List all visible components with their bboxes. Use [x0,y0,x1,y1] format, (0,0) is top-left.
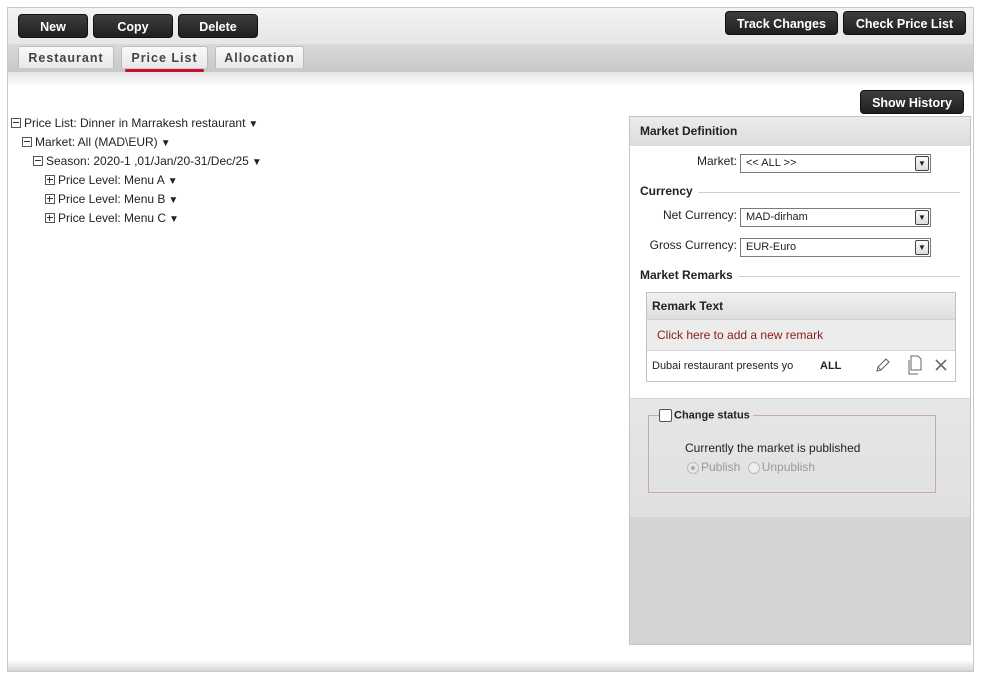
market-remarks-title: Market Remarks [640,268,738,282]
toolbar: New Copy Delete Track Changes Check Pric… [8,8,973,44]
gross-currency-select[interactable]: EUR-Euro ▼ [740,238,931,257]
caret-down-icon[interactable]: ▼ [161,138,171,149]
tree-node-price-level[interactable]: Price Level: Menu C ▼ [45,211,179,225]
market-label: Market: [696,154,737,168]
currency-section-title: Currency [640,184,698,198]
net-currency-label: Net Currency: [662,208,737,222]
net-currency-select[interactable]: MAD-dirham ▼ [740,208,931,227]
gross-currency-label: Gross Currency: [649,238,737,252]
net-currency-value: MAD-dirham [746,211,808,223]
new-button[interactable]: New [18,14,88,38]
remark-market: ALL [820,360,842,372]
footer-band [8,660,973,671]
publish-label: Publish [701,460,741,474]
edit-icon[interactable] [874,356,892,377]
change-status-label: Change status [674,409,750,422]
copy-button[interactable]: Copy [93,14,173,38]
collapse-icon[interactable] [22,136,32,147]
tree-node-label: Market: All (MAD\EUR) [35,135,158,149]
change-status-legend: Change status [659,409,753,422]
tab-bar: Restaurant Price List Allocation [8,44,973,72]
tree-node-label: Price List: Dinner in Marrakesh restaura… [24,116,246,130]
unpublish-label: Unpublish [761,460,816,474]
tab-shadow [8,72,973,86]
add-remark-link[interactable]: Click here to add a new remark [647,320,955,351]
check-price-list-button[interactable]: Check Price List [843,11,966,35]
gross-currency-value: EUR-Euro [746,241,797,253]
track-changes-button[interactable]: Track Changes [725,11,838,35]
collapse-icon[interactable] [11,117,21,128]
publish-radio[interactable] [687,461,699,474]
caret-down-icon[interactable]: ▼ [169,214,179,225]
tree-node-price-level[interactable]: Price Level: Menu A ▼ [45,173,178,187]
market-definition-panel: Market Definition Market: << ALL >> ▼ Cu… [629,116,971,645]
publish-status-text: Currently the market is published [685,441,861,455]
chevron-down-icon[interactable]: ▼ [915,210,929,225]
caret-down-icon[interactable]: ▼ [252,157,262,168]
show-history-button[interactable]: Show History [860,90,964,114]
remark-text: Dubai restaurant presents yo [652,360,794,372]
expand-icon[interactable] [45,193,55,204]
change-status-fieldset: Change status Currently the market is pu… [648,409,936,493]
caret-down-icon[interactable]: ▼ [168,195,178,206]
remark-row: Dubai restaurant presents yo ALL [647,351,955,381]
tree-node-price-level[interactable]: Price Level: Menu B ▼ [45,192,178,206]
expand-icon[interactable] [45,174,55,185]
market-select-value: << ALL >> [746,157,797,169]
collapse-icon[interactable] [33,155,43,166]
caret-down-icon[interactable]: ▼ [248,119,258,130]
tree-node-price-list[interactable]: Price List: Dinner in Marrakesh restaura… [11,116,258,130]
unpublish-radio[interactable] [747,461,760,474]
expand-icon[interactable] [45,212,55,223]
chevron-down-icon[interactable]: ▼ [915,156,929,171]
change-status-checkbox[interactable] [659,409,672,422]
remarks-table: Remark Text Click here to add a new rema… [646,292,956,382]
delete-button[interactable]: Delete [178,14,258,38]
tree-node-label: Price Level: Menu C [58,211,167,225]
delete-icon[interactable] [933,357,949,376]
tab-price-list[interactable]: Price List [121,46,208,72]
tree-node-label: Price Level: Menu A [58,173,165,187]
copy-icon[interactable] [907,355,923,378]
publish-radio-group: Publish Unpublish [687,460,815,474]
tree-node-label: Season: 2020-1 ,01/Jan/20-31/Dec/25 [46,154,249,168]
panel-title: Market Definition [630,117,970,146]
tree-node-market[interactable]: Market: All (MAD\EUR) ▼ [22,135,171,149]
app-frame: New Copy Delete Track Changes Check Pric… [7,7,974,672]
tab-price-list-label: Price List [131,51,198,65]
remark-text-header: Remark Text [647,293,955,320]
tree-node-label: Price Level: Menu B [58,192,166,206]
tab-allocation[interactable]: Allocation [215,46,304,68]
caret-down-icon[interactable]: ▼ [168,176,178,187]
tree-node-season[interactable]: Season: 2020-1 ,01/Jan/20-31/Dec/25 ▼ [33,154,262,168]
tab-restaurant[interactable]: Restaurant [18,46,114,68]
market-select[interactable]: << ALL >> ▼ [740,154,931,173]
chevron-down-icon[interactable]: ▼ [915,240,929,255]
